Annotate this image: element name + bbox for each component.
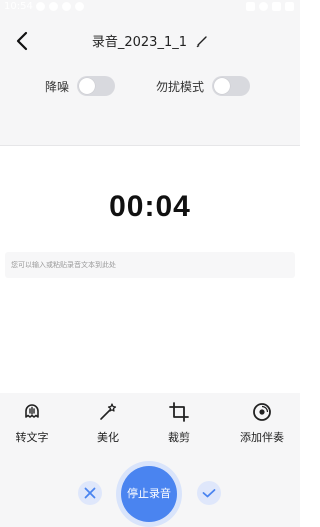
recording-timer: 00:04 bbox=[109, 190, 191, 223]
speech-to-text-icon bbox=[25, 404, 39, 418]
app-icon bbox=[62, 2, 71, 11]
do-not-disturb-switch[interactable] bbox=[212, 76, 251, 96]
beautify-button[interactable]: 美化 bbox=[76, 400, 140, 445]
sync-icon bbox=[49, 2, 58, 11]
transcript-placeholder: 您可以输入或粘贴录音文本到此处 bbox=[11, 261, 116, 269]
add-accompaniment-button[interactable]: 添加伴奏 bbox=[230, 400, 294, 445]
switch-knob bbox=[214, 78, 231, 94]
toggle-row: 降噪 勿扰模式 bbox=[0, 76, 300, 98]
do-not-disturb-label: 勿扰模式 bbox=[156, 79, 205, 94]
noise-reduction-toggle[interactable]: 降噪 bbox=[45, 76, 116, 96]
crop-icon bbox=[169, 402, 189, 422]
magic-wand-icon bbox=[100, 403, 117, 420]
notification-icon bbox=[36, 2, 45, 11]
status-left-icons bbox=[36, 2, 84, 11]
signal-icon bbox=[272, 2, 281, 11]
status-time: 10:54 bbox=[4, 1, 33, 12]
transcript-input[interactable]: 您可以输入或粘贴录音文本到此处 bbox=[5, 252, 295, 278]
cancel-button[interactable] bbox=[78, 481, 102, 505]
edit-pencil-icon[interactable] bbox=[195, 35, 208, 48]
top-panel bbox=[0, 0, 300, 145]
status-right-icons bbox=[246, 2, 294, 11]
tool-label: 裁剪 bbox=[168, 431, 190, 444]
title-area[interactable]: 录音_2023_1_1 bbox=[0, 31, 300, 50]
tool-label: 转文字 bbox=[15, 431, 49, 444]
battery-icon bbox=[285, 2, 294, 11]
header: 录音_2023_1_1 bbox=[0, 26, 300, 56]
do-not-disturb-toggle[interactable]: 勿扰模式 bbox=[156, 76, 251, 96]
crop-button[interactable]: 裁剪 bbox=[147, 400, 211, 445]
speech-to-text-button[interactable]: 转文字 bbox=[0, 400, 64, 445]
close-icon bbox=[84, 487, 96, 499]
tool-label: 美化 bbox=[97, 431, 119, 444]
confirm-button[interactable] bbox=[197, 481, 221, 505]
noise-reduction-switch[interactable] bbox=[77, 76, 116, 96]
tool-label: 添加伴奏 bbox=[240, 431, 284, 444]
noise-reduction-label: 降噪 bbox=[45, 79, 70, 94]
vibrate-icon bbox=[246, 2, 255, 11]
check-icon bbox=[202, 489, 216, 498]
tool-bar: 转文字 美化 裁剪 添加伴奏 bbox=[0, 400, 300, 446]
status-bar: 10:54 bbox=[0, 0, 300, 18]
cloud-icon bbox=[75, 2, 84, 11]
divider bbox=[0, 145, 300, 146]
wifi-icon bbox=[259, 2, 268, 11]
page-title: 录音_2023_1_1 bbox=[91, 35, 187, 50]
music-disc-icon bbox=[253, 403, 271, 421]
switch-knob bbox=[79, 78, 96, 94]
stop-recording-button[interactable]: 停止录音 bbox=[121, 466, 177, 522]
